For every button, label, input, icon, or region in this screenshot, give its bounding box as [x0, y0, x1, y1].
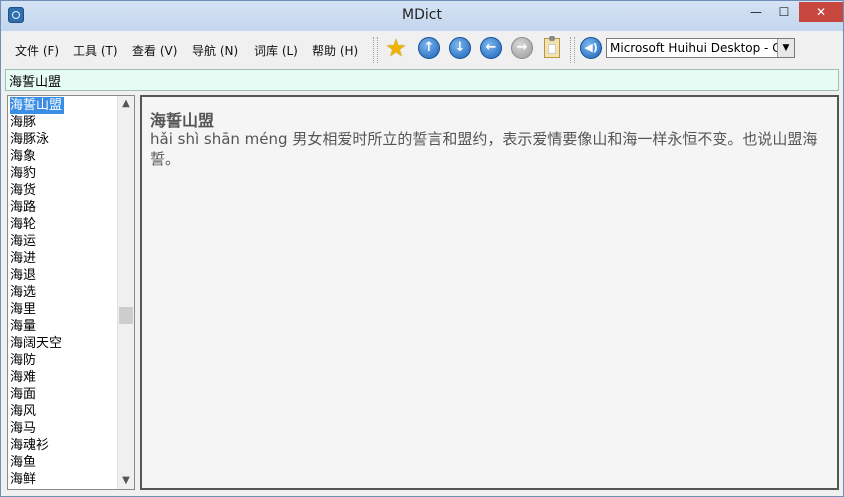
toolbar-separator — [570, 37, 575, 63]
star-icon[interactable]: ★ — [385, 36, 407, 60]
entry-headword: 海誓山盟 — [150, 111, 215, 130]
list-item[interactable]: 海豚泳 — [10, 131, 51, 148]
list-item[interactable]: 海面 — [10, 386, 38, 403]
list-item[interactable]: 海退 — [10, 267, 38, 284]
toolbar-separator — [373, 37, 378, 63]
word-list: 海誓山盟 海豚 海豚泳 海象 海豹 海货 海路 海轮 海运 海进 海退 海选 海里 海量 海阔天空 海防 海难海… — [7, 95, 135, 490]
scroll-thumb[interactable] — [119, 307, 133, 324]
list-item[interactable]: 海鱼 — [10, 454, 38, 471]
mdict-window: MDict — ☐ ✕ 文件 (F) 工具 (T) 查看 (V) 导航 (N) … — [0, 0, 844, 497]
list-item[interactable]: 海货 — [10, 182, 38, 199]
title-bar[interactable]: MDict — ☐ ✕ — [1, 1, 843, 31]
search-input[interactable] — [9, 71, 829, 89]
voice-select[interactable]: Microsoft Huihui Desktop - Chinese (Simp… — [606, 38, 795, 58]
list-item[interactable]: 海进 — [10, 250, 38, 267]
list-item[interactable]: 海路 — [10, 199, 38, 216]
list-item[interactable]: 海鲜 — [10, 471, 38, 488]
minimize-button[interactable]: — — [743, 2, 769, 22]
menu-navigate[interactable]: 导航 (N) — [192, 42, 238, 59]
speaker-icon[interactable]: ◀) — [580, 37, 602, 59]
list-item[interactable]: 海防 — [10, 352, 38, 369]
list-item[interactable]: 海风 — [10, 403, 38, 420]
maximize-button[interactable]: ☐ — [771, 2, 797, 22]
scroll-up-icon[interactable]: ▲ — [118, 96, 134, 112]
search-bar[interactable] — [5, 69, 839, 91]
toolbar: 文件 (F) 工具 (T) 查看 (V) 导航 (N) 词库 (L) 帮助 (H… — [2, 31, 842, 67]
scroll-down-icon[interactable]: ▼ — [118, 473, 134, 489]
menu-library[interactable]: 词库 (L) — [254, 42, 298, 59]
chevron-down-icon[interactable]: ▼ — [777, 39, 794, 57]
list-item[interactable]: 海阔天空 — [10, 335, 64, 352]
voice-select-value: Microsoft Huihui Desktop - Chinese (Simp… — [610, 41, 778, 55]
definition-pane: 海誓山盟 hǎi shì shān méng 男女相爱时所立的誓言和盟约，表示爱… — [140, 95, 839, 490]
arrow-down-icon[interactable]: ↓ — [449, 37, 471, 59]
list-item[interactable]: 海誓山盟 — [10, 97, 65, 114]
list-item[interactable]: 海豚 — [10, 114, 38, 131]
list-item[interactable]: 海选 — [10, 284, 38, 301]
arrow-up-icon[interactable]: ↑ — [418, 37, 440, 59]
arrow-right-icon[interactable]: → — [511, 37, 533, 59]
menu-tools[interactable]: 工具 (T) — [73, 42, 118, 59]
clipboard-icon[interactable] — [544, 36, 560, 58]
list-item[interactable]: 海里 — [10, 301, 38, 318]
list-item[interactable]: 海量 — [10, 318, 38, 335]
list-item[interactable]: 海豹 — [10, 165, 38, 182]
arrow-left-icon[interactable]: ← — [480, 37, 502, 59]
window-title: MDict — [402, 7, 442, 23]
list-item[interactable]: 海轮 — [10, 216, 38, 233]
menu-view[interactable]: 查看 (V) — [132, 42, 177, 59]
list-item[interactable]: 海象 — [10, 148, 38, 165]
close-button[interactable]: ✕ — [799, 2, 843, 22]
word-list-scrollbar[interactable]: ▲ ▼ — [117, 96, 134, 489]
list-item[interactable]: 海难 — [10, 369, 38, 386]
menu-help[interactable]: 帮助 (H) — [312, 42, 358, 59]
list-item[interactable]: 海马 — [10, 420, 38, 437]
entry-definition: hǎi shì shān méng 男女相爱时所立的誓言和盟约，表示爱情要像山和… — [150, 130, 818, 168]
list-item[interactable]: 海运 — [10, 233, 38, 250]
menu-file[interactable]: 文件 (F) — [15, 42, 59, 59]
list-item[interactable]: 海魂衫 — [10, 437, 51, 454]
